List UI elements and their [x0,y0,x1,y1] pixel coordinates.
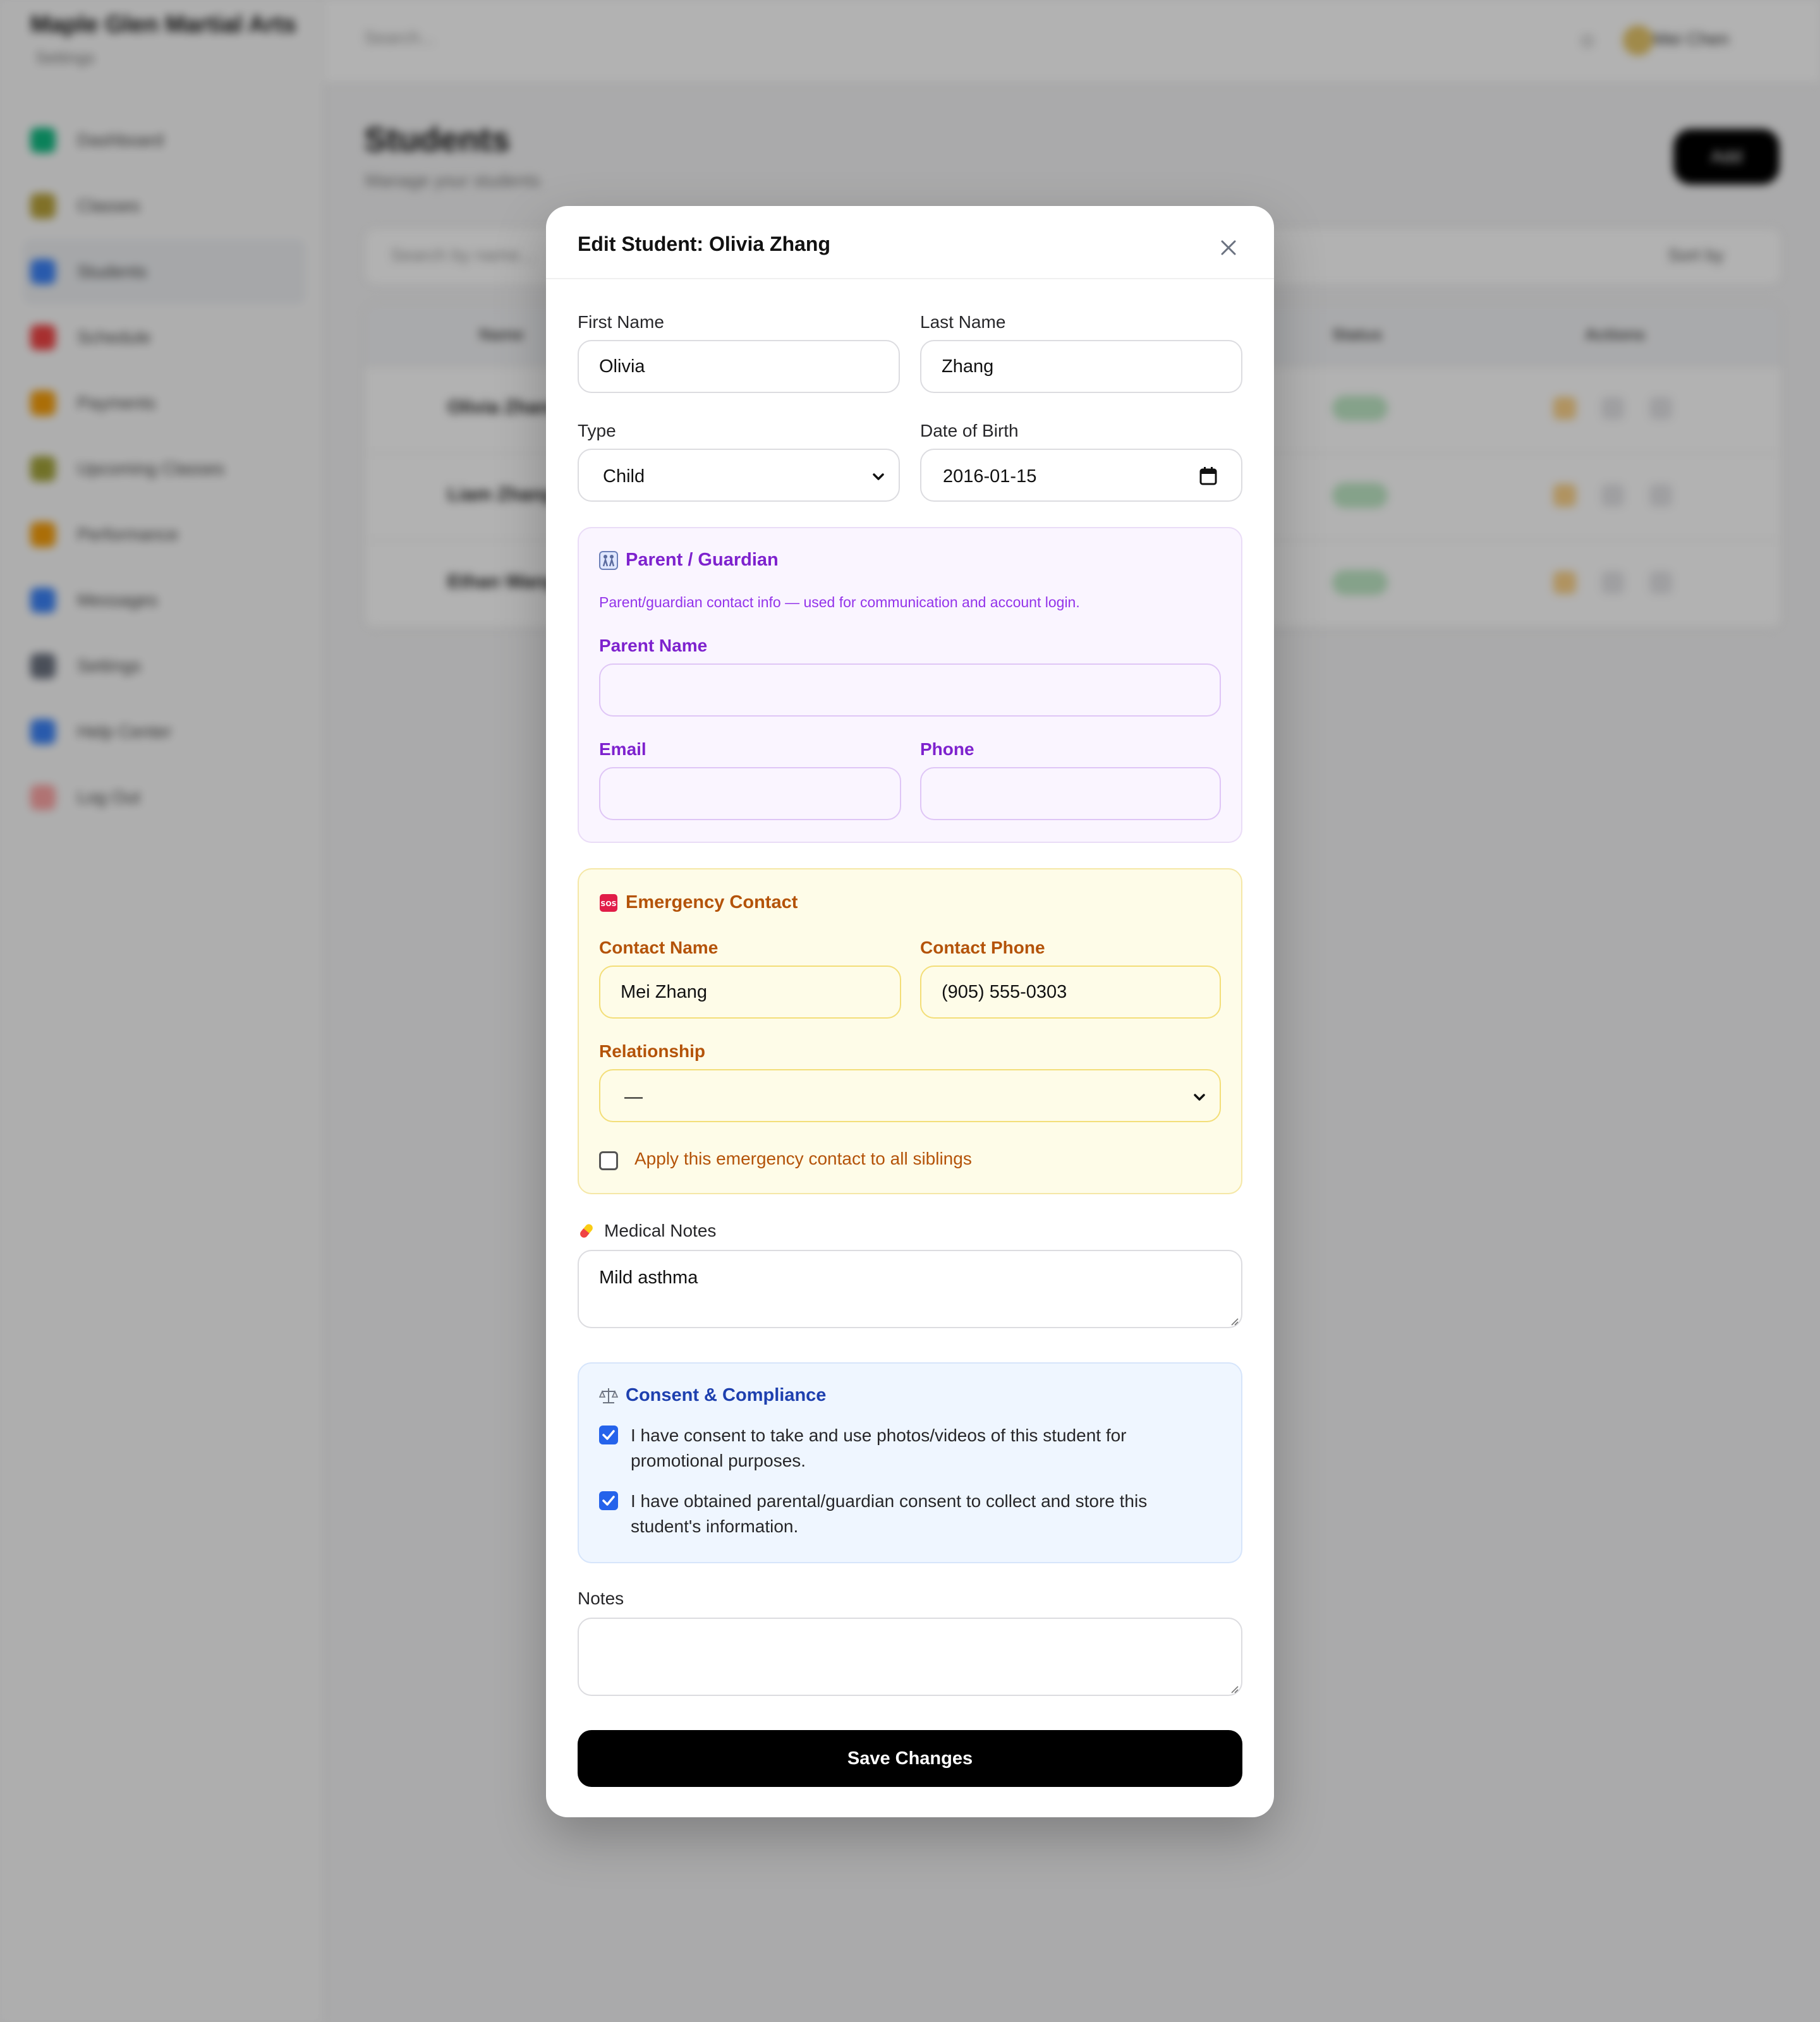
consent-section-title: Consent & Compliance [626,1385,827,1405]
parent-section-description: Parent/guardian contact info — used for … [599,594,1080,610]
parent-phone-input[interactable] [920,767,1221,820]
check-icon [602,1430,615,1440]
modal-header: Edit Student: Olivia Zhang [546,206,1274,279]
chevron-down-icon [873,473,884,480]
first-name-input[interactable] [578,340,900,393]
type-label: Type [578,421,616,440]
notes-textarea[interactable] [578,1618,1242,1696]
photo-consent-checkbox[interactable] [599,1426,618,1444]
data-consent-checkbox[interactable] [599,1491,618,1510]
parent-name-input[interactable] [599,663,1221,717]
emergency-contact-section: SOS Emergency Contact Contact Name Conta… [578,868,1242,1194]
notes-label: Notes [578,1589,624,1608]
dob-label: Date of Birth [920,421,1019,440]
parent-email-input[interactable] [599,767,901,820]
relationship-select[interactable]: — [599,1069,1221,1122]
chevron-down-icon [1194,1094,1205,1101]
modal-title: Edit Student: Olivia Zhang [578,233,830,255]
edit-student-modal: Edit Student: Olivia Zhang First Name La… [546,206,1274,1817]
close-icon[interactable] [1216,235,1241,260]
resize-handle-icon[interactable] [1228,1683,1239,1693]
dob-value: 2016-01-15 [943,466,1037,487]
calendar-icon[interactable] [1199,466,1217,485]
contact-phone-input[interactable] [920,966,1221,1019]
last-name-label: Last Name [920,312,1006,332]
contact-phone-label: Contact Phone [920,938,1045,957]
check-icon [602,1496,615,1506]
contact-name-input[interactable] [599,966,901,1019]
apply-siblings-label[interactable]: Apply this emergency contact to all sibl… [634,1149,972,1169]
svg-text:SOS: SOS [600,900,616,908]
parent-phone-label: Phone [920,739,974,759]
data-consent-label[interactable]: I have obtained parental/guardian consen… [631,1489,1199,1539]
consent-section: Consent & Compliance I have consent to t… [578,1362,1242,1563]
last-name-input[interactable] [920,340,1242,393]
type-value: Child [603,466,645,487]
medical-notes-textarea[interactable]: Mild asthma [578,1250,1242,1328]
parent-name-label: Parent Name [599,636,708,655]
apply-siblings-checkbox[interactable] [599,1151,618,1170]
family-icon [599,551,618,570]
save-changes-button[interactable]: Save Changes [578,1730,1242,1787]
pill-icon [580,1224,593,1238]
photo-consent-label[interactable]: I have consent to take and use photos/vi… [631,1423,1199,1474]
type-select[interactable]: Child [578,449,900,502]
relationship-value: — [624,1087,643,1107]
sos-icon: SOS [600,894,617,912]
dob-input[interactable]: 2016-01-15 [920,449,1242,502]
first-name-label: First Name [578,312,664,332]
emergency-section-title: Emergency Contact [626,892,798,912]
parent-guardian-section: Parent / Guardian Parent/guardian contac… [578,527,1242,843]
resize-handle-icon[interactable] [1228,1316,1239,1326]
relationship-label: Relationship [599,1041,706,1061]
parent-email-label: Email [599,739,646,759]
contact-name-label: Contact Name [599,938,719,957]
parent-section-title: Parent / Guardian [626,550,779,570]
medical-notes-label: Medical Notes [604,1221,717,1240]
scales-icon [599,1388,618,1403]
